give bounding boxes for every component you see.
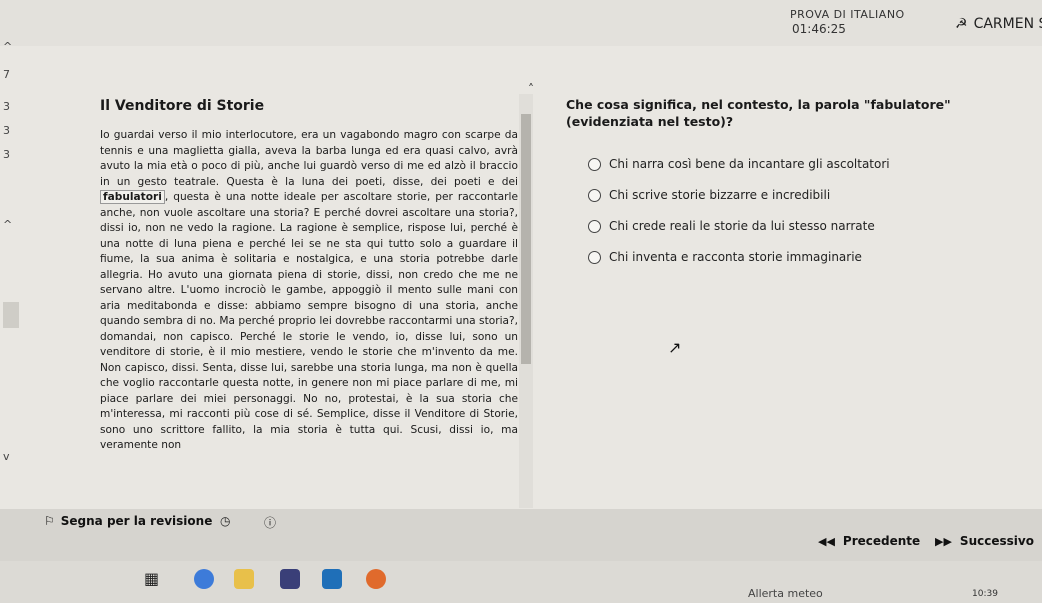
answer-option[interactable]: Chi narra così bene da incantare gli asc… — [588, 152, 890, 176]
mark-review-button[interactable]: ⚐ Segna per la revisione — [44, 514, 212, 528]
browser-icon[interactable] — [194, 569, 214, 589]
answer-options: Chi narra così bene da incantare gli asc… — [588, 152, 890, 276]
folder-icon[interactable] — [234, 569, 254, 589]
store-icon[interactable] — [280, 569, 300, 589]
exam-title: PROVA DI ITALIANO — [790, 8, 905, 21]
weather-alert[interactable]: Allerta meteo — [748, 587, 823, 600]
edge-bar — [3, 302, 19, 328]
answer-label: Chi narra così bene da incantare gli asc… — [609, 157, 890, 171]
clock[interactable]: 10:39 — [972, 589, 998, 599]
answer-option[interactable]: Chi scrive storie bizzarre e incredibili — [588, 183, 890, 207]
answer-label: Chi inventa e racconta storie immaginari… — [609, 250, 862, 264]
user-icon: ☭ — [955, 16, 968, 32]
answer-label: Chi crede reali le storie da lui stesso … — [609, 219, 875, 233]
passage-text-part: , questa è una notte ideale per ascoltar… — [100, 191, 518, 451]
edge-mark: v — [3, 450, 10, 463]
answer-option[interactable]: Chi inventa e racconta storie immaginari… — [588, 245, 890, 269]
taskbar: ▦ Allerta meteo 10:39 — [0, 561, 1042, 603]
passage-text: Io guardai verso il mio interlocutore, e… — [100, 128, 518, 508]
edge-mark: ^ — [3, 218, 13, 231]
radio-button[interactable] — [588, 250, 601, 264]
radio-button[interactable] — [588, 157, 601, 171]
clock-icon[interactable]: ◷ — [220, 514, 230, 528]
fast-forward-icon: ▶▶ — [935, 534, 952, 548]
exam-header: PROVA DI ITALIANO 01:46:25 ☭ CARMEN S — [0, 0, 1042, 46]
mail-icon[interactable] — [322, 569, 342, 589]
passage-scrollbar[interactable] — [519, 94, 533, 508]
user-name: CARMEN S — [973, 16, 1042, 32]
previous-label: Precedente — [842, 534, 921, 548]
next-label: Successivo — [959, 534, 1034, 548]
info-icon[interactable]: ⓘ — [264, 514, 276, 531]
answer-option[interactable]: Chi crede reali le storie da lui stesso … — [588, 214, 890, 238]
footer-bar: ⚐ Segna per la revisione ◷ ⓘ ◀◀ Preceden… — [0, 509, 1042, 561]
scroll-thumb[interactable] — [521, 114, 531, 364]
edge-mark: ^ — [3, 40, 13, 53]
radio-button[interactable] — [588, 219, 601, 233]
answer-label: Chi scrive storie bizzarre e incredibili — [609, 188, 831, 202]
previous-button[interactable]: ◀◀ Precedente — [818, 534, 920, 548]
edge-mark: 7 — [3, 68, 10, 81]
passage-title: Il Venditore di Storie — [100, 98, 265, 114]
flag-icon: ⚐ — [44, 514, 55, 528]
radio-button[interactable] — [588, 188, 601, 202]
edge-mark: 3 — [3, 100, 10, 113]
task-view-icon[interactable]: ▦ — [144, 569, 159, 588]
mark-review-label: Segna per la revisione — [60, 514, 213, 528]
edge-mark: 3 — [3, 124, 10, 137]
rewind-icon: ◀◀ — [818, 534, 835, 548]
highlighted-word: fabulatori — [100, 190, 165, 204]
next-button[interactable]: ▶▶ Successivo — [935, 534, 1034, 548]
question-text: Che cosa significa, nel contesto, la par… — [566, 97, 951, 129]
left-edge-panel: ^ 7 3 3 3 ^ v — [0, 40, 28, 510]
user-info: ☭ CARMEN S — [955, 16, 1042, 32]
exam-timer: 01:46:25 — [792, 22, 846, 36]
mouse-cursor-icon: ↗ — [668, 338, 682, 357]
app-icon[interactable] — [366, 569, 386, 589]
edge-mark: 3 — [3, 148, 10, 161]
passage-text-part: Io guardai verso il mio interlocutore, e… — [100, 129, 518, 188]
